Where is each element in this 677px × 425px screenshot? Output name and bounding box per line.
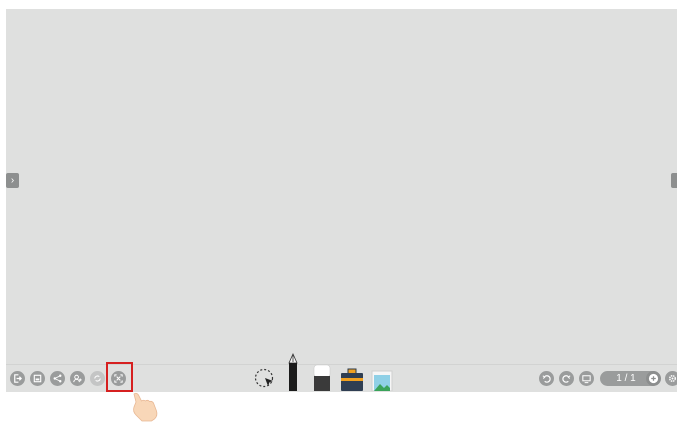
sync-button[interactable] [90, 371, 105, 386]
left-panel-toggle[interactable]: › [6, 173, 19, 188]
lasso-select-icon[interactable] [254, 367, 276, 389]
undo-button[interactable] [539, 371, 554, 386]
toolbox-icon[interactable] [340, 368, 364, 391]
undo-icon [542, 375, 551, 383]
display-icon [582, 375, 591, 384]
save-button[interactable] [30, 371, 45, 386]
add-page-button[interactable] [646, 371, 661, 386]
add-user-icon [73, 374, 82, 383]
hand-pointer-icon [133, 392, 158, 422]
highlight-box [106, 362, 133, 392]
display-button[interactable] [579, 371, 594, 386]
image-icon[interactable] [371, 370, 393, 391]
redo-icon [562, 375, 571, 383]
add-user-button[interactable] [70, 371, 85, 386]
exit-icon [14, 374, 23, 383]
right-panel-toggle[interactable] [671, 173, 677, 188]
eraser-icon[interactable] [313, 364, 331, 391]
exit-button[interactable] [10, 371, 25, 386]
add-page-icon [648, 373, 659, 384]
redo-button[interactable] [559, 371, 574, 386]
settings-icon [669, 375, 676, 382]
settings-button[interactable] [665, 371, 677, 386]
share-button[interactable] [50, 371, 65, 386]
share-icon [53, 374, 62, 383]
save-icon [33, 374, 42, 383]
pen-icon[interactable] [286, 353, 300, 391]
whiteboard-canvas[interactable] [6, 9, 677, 364]
sync-icon [94, 375, 101, 382]
